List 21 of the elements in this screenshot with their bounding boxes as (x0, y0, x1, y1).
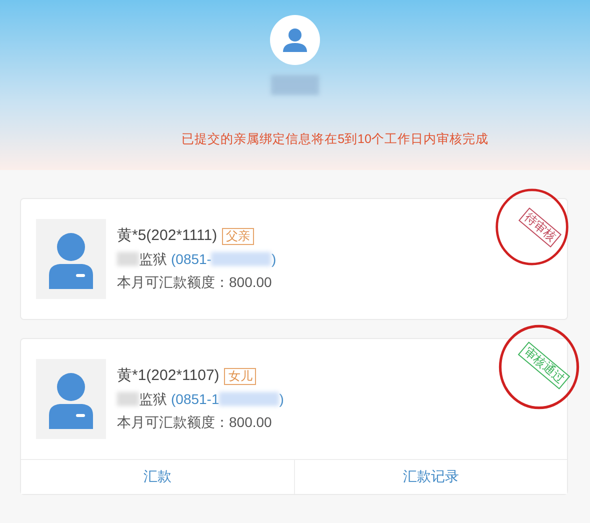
prison-name: 监狱 (139, 250, 167, 268)
relative-name: 黄*1(202*1107) (117, 367, 220, 385)
phone-text: (0851-1 (171, 390, 220, 408)
action-button[interactable]: 汇款记录 (294, 460, 567, 494)
notice-text: 已提交的亲属绑定信息将在5到10个工作日内审核完成 (182, 131, 488, 148)
relative-name: 黄*5(202*1111) (117, 227, 218, 245)
redacted-text (219, 392, 280, 406)
quota-text: 本月可汇款额度：800.00 (117, 413, 272, 431)
redacted-text (117, 252, 139, 266)
phone-text: ) (279, 390, 284, 408)
phone-text: (0851- (171, 250, 212, 268)
quota-text: 本月可汇款额度：800.00 (117, 273, 272, 291)
status-stamp: 审核通过 (518, 342, 570, 390)
redacted-text (211, 252, 272, 266)
relation-tag: 女儿 (224, 368, 256, 384)
redacted-text (117, 392, 139, 406)
relation-tag: 父亲 (222, 228, 254, 244)
redacted-name (271, 75, 319, 95)
prison-name: 监狱 (139, 390, 167, 408)
phone-text: ) (271, 250, 276, 268)
status-stamp: 待审核 (518, 208, 562, 248)
